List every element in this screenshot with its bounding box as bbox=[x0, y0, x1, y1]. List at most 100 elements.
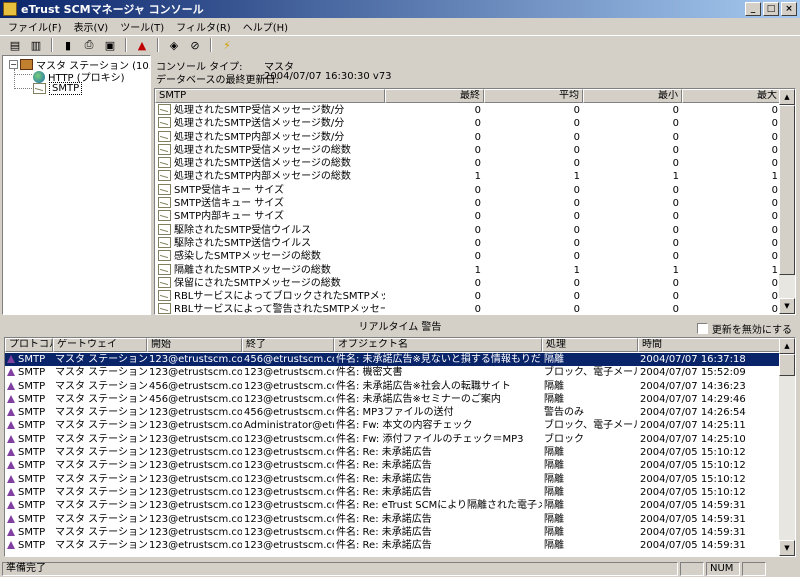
table-row[interactable]: 処理されたSMTP内部メッセージ数/分 0 0 0 0 bbox=[155, 130, 781, 144]
metric-min: 0 bbox=[672, 105, 679, 116]
filter-off-icon[interactable]: ⊘ bbox=[186, 38, 204, 53]
collapse-icon[interactable]: − bbox=[9, 60, 18, 69]
checkbox-box[interactable] bbox=[696, 323, 708, 334]
column-header-start[interactable]: 開始 bbox=[147, 338, 242, 352]
scroll-down-button[interactable]: ▼ bbox=[779, 298, 795, 314]
table-row[interactable]: 駆除されたSMTP受信ウイルス 0 0 0 0 bbox=[155, 223, 781, 237]
filter-icon[interactable]: ◈ bbox=[165, 38, 183, 53]
table-row[interactable]: 処理されたSMTP送信メッセージの総数 0 0 0 0 bbox=[155, 157, 781, 170]
menu-file[interactable]: ファイル(F) bbox=[2, 19, 68, 34]
alerts-scrollbar[interactable]: ▲ ▼ bbox=[779, 338, 795, 556]
metric-name: 処理されたSMTP送信メッセージの総数 bbox=[174, 158, 351, 170]
envelope-icon bbox=[158, 303, 171, 314]
metric-max: 0 bbox=[771, 144, 778, 156]
metric-last: 0 bbox=[474, 291, 481, 303]
export-icon[interactable]: ▣ bbox=[101, 38, 119, 53]
table-row[interactable]: SMTPマスタ ステーション123@etrustscm.com123@etrus… bbox=[5, 486, 781, 499]
table-row[interactable]: 隔離されたSMTPメッセージの総数 1 1 1 1 bbox=[155, 263, 781, 277]
table-row[interactable]: SMTP マスタ ステーション123@etrustscm.com456@etrus… bbox=[5, 406, 781, 419]
metric-max: 0 bbox=[771, 118, 778, 130]
alert-time: 2004/07/05 14:59:31 bbox=[640, 540, 746, 552]
disable-updates-checkbox[interactable]: 更新を無効にする bbox=[696, 321, 792, 336]
scroll-up-button[interactable]: ▲ bbox=[779, 338, 795, 354]
column-header-last[interactable]: 最終 bbox=[385, 89, 484, 103]
table-row[interactable]: 処理されたSMTP送信メッセージ数/分 0 0 0 0 bbox=[155, 117, 781, 130]
warning-icon[interactable]: ▲ bbox=[133, 38, 151, 53]
column-header-time[interactable]: 時間 bbox=[638, 338, 781, 352]
lightning-icon[interactable]: ⚡ bbox=[218, 38, 236, 53]
table-row[interactable]: SMTPマスタ ステーション123@etrustscm.com123@etrus… bbox=[5, 499, 781, 512]
metric-average: 0 bbox=[573, 158, 580, 170]
column-header-protocol[interactable]: プロトコル bbox=[5, 338, 53, 352]
alert-time: 2004/07/07 14:25:11 bbox=[640, 420, 746, 432]
scroll-thumb[interactable] bbox=[779, 354, 795, 376]
document-icon[interactable]: ▥ bbox=[27, 38, 45, 53]
envelope-icon bbox=[158, 143, 171, 155]
metric-max: 0 bbox=[771, 105, 778, 116]
scroll-down-button[interactable]: ▼ bbox=[779, 540, 795, 556]
scroll-up-button[interactable]: ▲ bbox=[779, 89, 795, 105]
table-row[interactable]: 感染したSMTPメッセージの総数 0 0 0 0 bbox=[155, 250, 781, 263]
metric-name: 処理されたSMTP送信メッセージ数/分 bbox=[174, 118, 345, 130]
table-row[interactable]: SMTP マスタ ステーション123@etrustscm.comAdministr… bbox=[5, 419, 781, 432]
alert-end: 123@etrustscm.com bbox=[244, 473, 334, 485]
table-row[interactable]: SMTPマスタ ステーション123@etrustscm.com123@etrus… bbox=[5, 366, 781, 379]
table-row[interactable]: 処理されたSMTP受信メッセージの総数 0 0 0 0 bbox=[155, 143, 781, 157]
column-header-max[interactable]: 最大 bbox=[682, 89, 781, 103]
menu-tools[interactable]: ツール(T) bbox=[114, 19, 170, 34]
alert-start: 123@etrustscm.com bbox=[149, 486, 242, 498]
metric-min: 0 bbox=[672, 118, 679, 130]
alert-action: 隔離 bbox=[544, 460, 564, 472]
table-row[interactable]: RBLサービスによってブロックされたSMTPメッセージの総数 0 0 0 0 bbox=[155, 290, 781, 303]
envelope-icon bbox=[158, 170, 171, 182]
metrics-scrollbar[interactable]: ▲ ▼ bbox=[779, 89, 795, 314]
warning-icon bbox=[7, 541, 15, 550]
table-row[interactable]: SMTP マスタ ステーション456@etrustscm.com123@etrus… bbox=[5, 380, 781, 393]
column-header-gateway[interactable]: ゲートウェイ bbox=[53, 338, 147, 352]
table-row[interactable]: 駆除されたSMTP送信ウイルス 0 0 0 0 bbox=[155, 236, 781, 250]
alert-object-name: 件名: Re: 未承諾広告 bbox=[336, 447, 432, 459]
table-row[interactable]: RBLサービスによって警告されたSMTPメッセージの総数 0 0 0 0 bbox=[155, 303, 781, 314]
table-row[interactable]: SMTP送信キュー サイズ 0 0 0 0 bbox=[155, 197, 781, 210]
table-row[interactable]: 保留にされたSMTPメッセージの総数 0 0 0 0 bbox=[155, 276, 781, 290]
table-row[interactable]: SMTP受信キュー サイズ 0 0 0 0 bbox=[155, 183, 781, 197]
table-row[interactable]: SMTPマスタ ステーション123@etrustscm.com123@etrus… bbox=[5, 539, 781, 552]
alert-object-name: 件名: Re: 未承諾広告 bbox=[336, 473, 432, 485]
db-updated-label: データベースの最終更新日: bbox=[156, 75, 279, 86]
table-row[interactable]: SMTPマスタ ステーション123@etrustscm.com123@etrus… bbox=[5, 459, 781, 472]
scroll-thumb[interactable] bbox=[779, 105, 795, 275]
table-row[interactable]: SMTPマスタ ステーション123@etrustscm.com123@etrus… bbox=[5, 513, 781, 526]
metric-name: 処理されたSMTP受信メッセージの総数 bbox=[174, 144, 351, 156]
print-icon[interactable]: ⎙ bbox=[80, 38, 98, 53]
table-row[interactable]: SMTPマスタ ステーション123@etrustscm.com123@etrus… bbox=[5, 446, 781, 459]
resize-grip-icon[interactable] bbox=[768, 562, 794, 576]
alert-start: 123@etrustscm.com bbox=[149, 460, 242, 472]
column-header-average[interactable]: 平均 bbox=[484, 89, 583, 103]
column-header-object-name[interactable]: オブジェクト名 bbox=[334, 338, 542, 352]
table-row[interactable]: SMTPマスタ ステーション123@etrustscm.com123@etrus… bbox=[5, 526, 781, 539]
minimize-button[interactable]: _ bbox=[745, 2, 761, 16]
menu-help[interactable]: ヘルプ(H) bbox=[237, 19, 294, 34]
tree-node-smtp[interactable]: SMTP bbox=[33, 82, 83, 95]
table-row[interactable]: SMTPマスタ ステーション123@etrustscm.com123@etrus… bbox=[5, 473, 781, 486]
close-button[interactable]: × bbox=[781, 2, 797, 16]
notebook-icon[interactable]: ▮ bbox=[59, 38, 77, 53]
maximize-button[interactable]: □ bbox=[763, 2, 779, 16]
menu-filter[interactable]: フィルタ(R) bbox=[170, 19, 237, 34]
column-header-end[interactable]: 終了 bbox=[242, 338, 334, 352]
table-row[interactable]: SMTP マスタ ステーション456@etrustscm.com123@etrus… bbox=[5, 393, 781, 406]
menu-view[interactable]: 表示(V) bbox=[68, 19, 115, 34]
properties-icon[interactable]: ▤ bbox=[6, 38, 24, 53]
table-row[interactable]: SMTPマスタ ステーション123@etrustscm.com123@etrus… bbox=[5, 433, 781, 446]
table-row[interactable]: 処理されたSMTP受信メッセージ数/分 0 0 0 0 bbox=[155, 104, 781, 117]
alert-object-name: 件名: Re: 未承諾広告 bbox=[336, 513, 432, 525]
alert-start: 123@etrustscm.com bbox=[149, 447, 242, 459]
metric-average: 0 bbox=[573, 251, 580, 263]
column-header-min[interactable]: 最小 bbox=[583, 89, 682, 103]
table-row[interactable]: 処理されたSMTP内部メッセージの総数 1 1 1 1 bbox=[155, 170, 781, 183]
column-header-action[interactable]: 処理 bbox=[542, 338, 638, 352]
table-row[interactable]: SMTP内部キュー サイズ 0 0 0 0 bbox=[155, 210, 781, 223]
table-row[interactable]: SMTP マスタ ステーション123@etrustscm.com456@etrus… bbox=[5, 353, 781, 367]
column-header-smtp[interactable]: SMTP bbox=[155, 89, 385, 103]
metric-name: SMTP内部キュー サイズ bbox=[174, 211, 284, 223]
